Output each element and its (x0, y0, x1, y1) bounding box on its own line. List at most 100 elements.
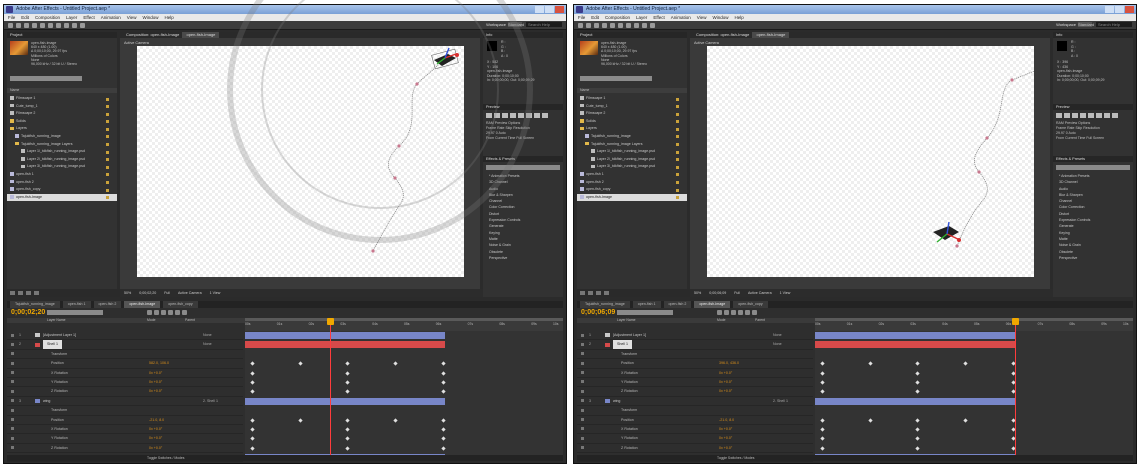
timeline-footer[interactable]: Toggle Switches / Modes (577, 455, 1133, 461)
property-name[interactable]: X Rotation (51, 369, 68, 377)
prev-frame-icon[interactable] (494, 113, 500, 118)
property-name[interactable]: Z Rotation (621, 387, 638, 395)
label-color-swatch[interactable] (676, 112, 679, 116)
keyframe-marker[interactable] (345, 389, 351, 395)
label-color-swatch[interactable] (676, 127, 679, 131)
layer-row[interactable]: 3 wing 2. Shell 1 (577, 397, 813, 407)
first-frame-icon[interactable] (486, 113, 492, 118)
keyframe-marker[interactable] (250, 417, 255, 423)
layer-property-row[interactable]: Transform (7, 350, 243, 360)
keyframe-marker[interactable] (820, 361, 825, 366)
current-time-indicator[interactable] (1015, 318, 1017, 461)
composition-chip[interactable]: open-fish-Image (752, 32, 790, 38)
next-frame-icon[interactable] (1080, 113, 1086, 118)
menu-file[interactable]: File (8, 14, 15, 21)
project-item[interactable]: Filmscape 2 (577, 110, 687, 118)
label-color-swatch[interactable] (676, 150, 679, 154)
keyframe-marker[interactable] (441, 370, 446, 376)
view-layout-dropdown[interactable]: 1 View (780, 289, 791, 297)
visibility-eye-icon[interactable] (11, 352, 14, 356)
visibility-eye-icon[interactable] (581, 342, 584, 346)
property-name[interactable]: Position (51, 416, 64, 424)
keyframe-marker[interactable] (250, 389, 255, 395)
keyframe-marker[interactable] (345, 417, 351, 423)
keyframe-marker[interactable] (820, 427, 825, 432)
keyframe-marker[interactable] (441, 389, 446, 395)
frame-blending-icon[interactable] (738, 310, 743, 315)
shy-layers-icon[interactable] (161, 310, 166, 315)
visibility-eye-icon[interactable] (11, 436, 14, 440)
pen-tool-icon[interactable] (64, 22, 69, 28)
keyframe-marker[interactable] (915, 380, 921, 385)
property-value[interactable]: 0x +0.0° (149, 387, 162, 395)
effect-category[interactable]: Perspective (1053, 255, 1133, 261)
label-color-swatch[interactable] (676, 143, 679, 147)
label-color-swatch[interactable] (106, 181, 109, 185)
menu-window[interactable]: Window (142, 14, 158, 21)
menu-view[interactable]: View (127, 14, 137, 21)
menu-composition[interactable]: Composition (35, 14, 60, 21)
label-color-swatch[interactable] (676, 173, 679, 177)
label-color-swatch[interactable] (106, 150, 109, 154)
property-value[interactable]: 0x +0.0° (719, 444, 732, 452)
keyframe-marker[interactable] (345, 380, 351, 385)
project-item[interactable]: open-fish 1 (577, 171, 687, 179)
keyframe-marker[interactable] (820, 370, 825, 376)
property-value[interactable]: -21.0, 8.0 (149, 416, 164, 424)
current-time-display[interactable]: 0;00;06;09 (709, 289, 726, 297)
project-item[interactable]: Layer 2/_tdkfish_running_image.psd (7, 156, 117, 164)
visibility-eye-icon[interactable] (11, 408, 14, 412)
project-search-input[interactable] (580, 76, 652, 81)
property-name[interactable]: Position (621, 359, 634, 367)
menu-animation[interactable]: Animation (101, 14, 121, 21)
timecode-display[interactable]: 0;00;06;09 (581, 309, 615, 317)
project-item[interactable]: open-fish_copy (7, 186, 117, 194)
text-tool-icon[interactable] (72, 22, 77, 28)
resolution-dropdown[interactable]: Full (164, 289, 170, 297)
comp-mini-flowchart-icon[interactable] (147, 310, 152, 315)
layer-name[interactable]: [Adjustment Layer 1] (613, 331, 646, 339)
project-item[interactable]: Solids (577, 118, 687, 126)
property-name[interactable]: Y Rotation (51, 434, 68, 442)
property-name[interactable]: Transform (621, 406, 637, 414)
timeline-tab[interactable]: Tajukfish_running_image (10, 301, 60, 308)
project-item[interactable]: Filmscape 1 (577, 95, 687, 103)
rotate-tool-icon[interactable] (32, 22, 37, 28)
parent-dropdown[interactable]: None (773, 340, 782, 348)
comp-mini-flowchart-icon[interactable] (717, 310, 722, 315)
label-color-swatch[interactable] (106, 143, 109, 147)
property-name[interactable]: X Rotation (621, 369, 638, 377)
magnification-dropdown[interactable]: 50% (694, 289, 701, 297)
timecode-display[interactable]: 0;00;02;20 (11, 309, 45, 317)
brush-tool-icon[interactable] (80, 22, 85, 28)
project-item[interactable]: Solids (7, 118, 117, 126)
keyframe-marker[interactable] (441, 417, 446, 423)
layer-row[interactable]: 1 [Adjustment Layer 1] None (7, 331, 243, 341)
property-value[interactable]: 582.0, 106.0 (149, 359, 169, 367)
visibility-eye-icon[interactable] (581, 352, 584, 356)
pen-tool-icon[interactable] (634, 22, 639, 28)
time-ruler[interactable]: 00s 01s 02s 03s 04s 05s 06s 07s 08s 09s 10s (815, 318, 1133, 331)
frame-blending-icon[interactable] (168, 310, 173, 315)
visibility-eye-icon[interactable] (581, 389, 584, 393)
text-tool-icon[interactable] (642, 22, 647, 28)
keyframe-marker[interactable] (441, 436, 446, 442)
work-area-bar[interactable] (245, 318, 563, 321)
project-item[interactable]: Cute_tump_1 (7, 103, 117, 111)
effects-search-input[interactable] (486, 165, 560, 170)
property-value[interactable]: 0x +0.0° (149, 369, 162, 377)
keyframe-marker[interactable] (963, 361, 968, 366)
keyframe-marker[interactable] (915, 389, 921, 395)
property-value[interactable]: 0x +0.0° (149, 444, 162, 452)
label-color-swatch[interactable] (676, 135, 679, 139)
keyframe-marker[interactable] (915, 446, 921, 451)
property-value[interactable]: 0x +0.0° (149, 434, 162, 442)
layer-duration-bar[interactable] (245, 332, 446, 339)
menu-layer[interactable]: Layer (636, 14, 647, 21)
menu-animation[interactable]: Animation (671, 14, 691, 21)
timeline-search-input[interactable] (47, 310, 103, 315)
visibility-eye-icon[interactable] (581, 446, 584, 450)
draft-3d-icon[interactable] (724, 310, 729, 315)
loop-icon[interactable] (534, 113, 540, 118)
property-name[interactable]: Transform (51, 406, 67, 414)
